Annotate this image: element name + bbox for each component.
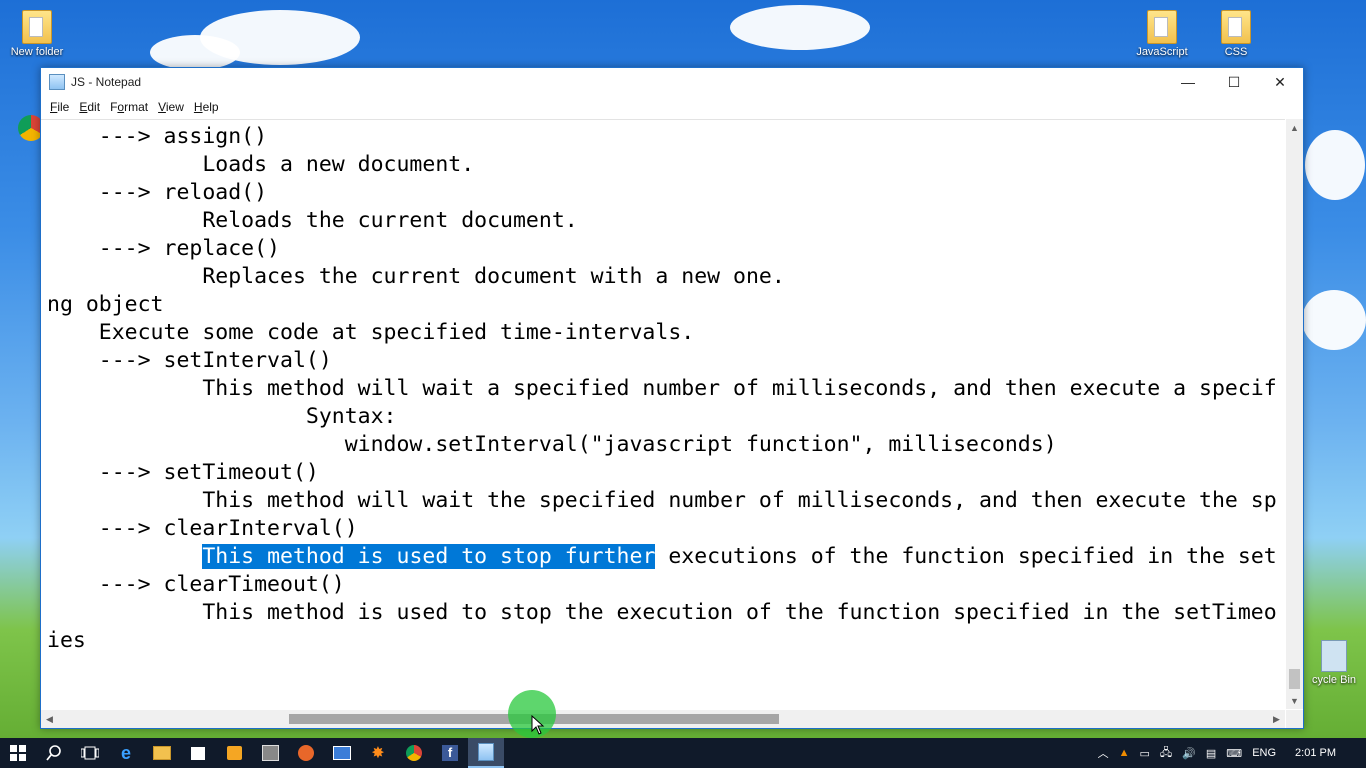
media-player-icon[interactable] (216, 738, 252, 768)
keyboard-icon[interactable]: ⌨ (1221, 747, 1247, 760)
folder-icon (1147, 10, 1177, 44)
vlc-icon[interactable]: ▲ (1114, 747, 1135, 759)
cloud (730, 5, 870, 50)
window-title: JS - Notepad (71, 75, 142, 89)
text-line: ---> clearTimeout() (47, 572, 345, 597)
battery-icon[interactable]: ▭ (1135, 747, 1155, 760)
window-controls: — ☐ ✕ (1165, 68, 1303, 96)
text-line: Loads a new document. (47, 152, 475, 177)
facebook-icon[interactable]: f (432, 738, 468, 768)
clock[interactable]: 2:01 PM (1281, 747, 1346, 759)
task-view-icon[interactable] (72, 738, 108, 768)
system-tray: ︿ ▲ ▭ 🖧 🔊 ▤ ⌨ ENG 2:01 PM (1093, 738, 1366, 768)
notepad-window: JS - Notepad — ☐ ✕ File Edit Format View… (40, 67, 1304, 729)
start-windows-icon[interactable] (0, 738, 36, 768)
text-editor-area[interactable]: ---> assign() Loads a new document. --->… (41, 119, 1285, 710)
mail-icon[interactable] (324, 738, 360, 768)
cloud (150, 35, 240, 70)
horizontal-scrollbar[interactable]: ◀ ▶ (41, 710, 1285, 728)
text-line: ---> reload() (47, 180, 268, 205)
text-line: Replaces the current document with a new… (47, 264, 785, 289)
text-line: This method is used to stop the executio… (47, 600, 1277, 625)
text-line: This method will wait a specified number… (47, 376, 1277, 401)
menu-view[interactable]: View (153, 100, 189, 114)
recycle-bin-icon (1321, 640, 1347, 672)
volume-icon[interactable]: 🔊 (1177, 747, 1201, 760)
folder-icon (22, 10, 52, 44)
mouse-pointer-icon (531, 715, 545, 735)
desktop-icon-css[interactable]: CSS (1204, 10, 1268, 58)
menu-bar: File Edit Format View Help (41, 96, 1303, 118)
paint-icon[interactable]: ✸ (360, 738, 396, 768)
menu-file[interactable]: File (45, 100, 74, 114)
text-line: ---> setInterval() (47, 348, 332, 373)
file-explorer-icon[interactable] (144, 738, 180, 768)
desktop-icon-label: JavaScript (1136, 46, 1188, 58)
desktop-icon-label: New folder (10, 46, 64, 58)
language-indicator[interactable]: ENG (1247, 747, 1281, 759)
edge-browser-icon[interactable]: e (108, 738, 144, 768)
text-line: ng object (47, 292, 164, 317)
search-icon[interactable] (36, 738, 72, 768)
text-line: ---> setTimeout() (47, 460, 319, 485)
text-line: Reloads the current document. (47, 208, 578, 233)
text-line-with-selection: This method is used to stop further exec… (47, 543, 1277, 571)
scroll-left-arrow-icon[interactable]: ◀ (41, 710, 58, 728)
network-icon[interactable]: 🖧 (1155, 744, 1177, 763)
text-line: window.setInterval("javascript function"… (47, 432, 1057, 457)
desktop-icon-recycle-bin[interactable]: cycle Bin (1302, 640, 1366, 686)
close-button[interactable]: ✕ (1257, 68, 1303, 96)
minimize-button[interactable]: — (1165, 68, 1211, 96)
firefox-icon[interactable] (288, 738, 324, 768)
cloud (1302, 290, 1366, 350)
desktop-icon-label: CSS (1224, 46, 1248, 58)
text-line: ---> assign() (47, 124, 268, 149)
scroll-right-arrow-icon[interactable]: ▶ (1268, 710, 1285, 728)
menu-edit[interactable]: Edit (74, 100, 105, 114)
desktop-icon-label: cycle Bin (1311, 674, 1357, 686)
film-icon[interactable] (252, 738, 288, 768)
text-line: ies (47, 628, 86, 653)
desktop-icon-javascript[interactable]: JavaScript (1130, 10, 1194, 58)
text-line: This method will wait the specified numb… (47, 488, 1277, 513)
vertical-scrollbar[interactable]: ▲ ▼ (1286, 119, 1303, 709)
text-line: ---> replace() (47, 236, 280, 261)
menu-help[interactable]: Help (189, 100, 224, 114)
notification-icon[interactable]: ▤ (1201, 747, 1221, 760)
taskbar: e ✸ f ︿ ▲ ▭ 🖧 🔊 ▤ ⌨ ENG 2:01 PM (0, 738, 1366, 768)
scrollbar-corner (1286, 710, 1303, 728)
selected-text: This method is used to stop further (202, 544, 656, 569)
line-remainder: executions of the function specified in … (655, 544, 1277, 569)
scroll-up-arrow-icon[interactable]: ▲ (1286, 119, 1303, 136)
maximize-button[interactable]: ☐ (1211, 68, 1257, 96)
cloud (1305, 130, 1365, 200)
menu-format[interactable]: Format (105, 100, 153, 114)
notepad-taskbar-icon[interactable] (468, 738, 504, 768)
notepad-icon (49, 74, 65, 90)
chrome-icon[interactable] (396, 738, 432, 768)
vertical-scroll-thumb[interactable] (1289, 669, 1300, 689)
title-bar[interactable]: JS - Notepad — ☐ ✕ (41, 68, 1303, 96)
scroll-down-arrow-icon[interactable]: ▼ (1286, 692, 1303, 709)
store-icon[interactable] (180, 738, 216, 768)
desktop-icon-new-folder[interactable]: New folder (5, 10, 69, 58)
text-line: Syntax: (47, 404, 397, 429)
folder-icon (1221, 10, 1251, 44)
text-line: ---> clearInterval() (47, 516, 358, 541)
text-line: Execute some code at specified time-inte… (47, 320, 695, 345)
chevron-up-icon[interactable]: ︿ (1093, 745, 1114, 761)
